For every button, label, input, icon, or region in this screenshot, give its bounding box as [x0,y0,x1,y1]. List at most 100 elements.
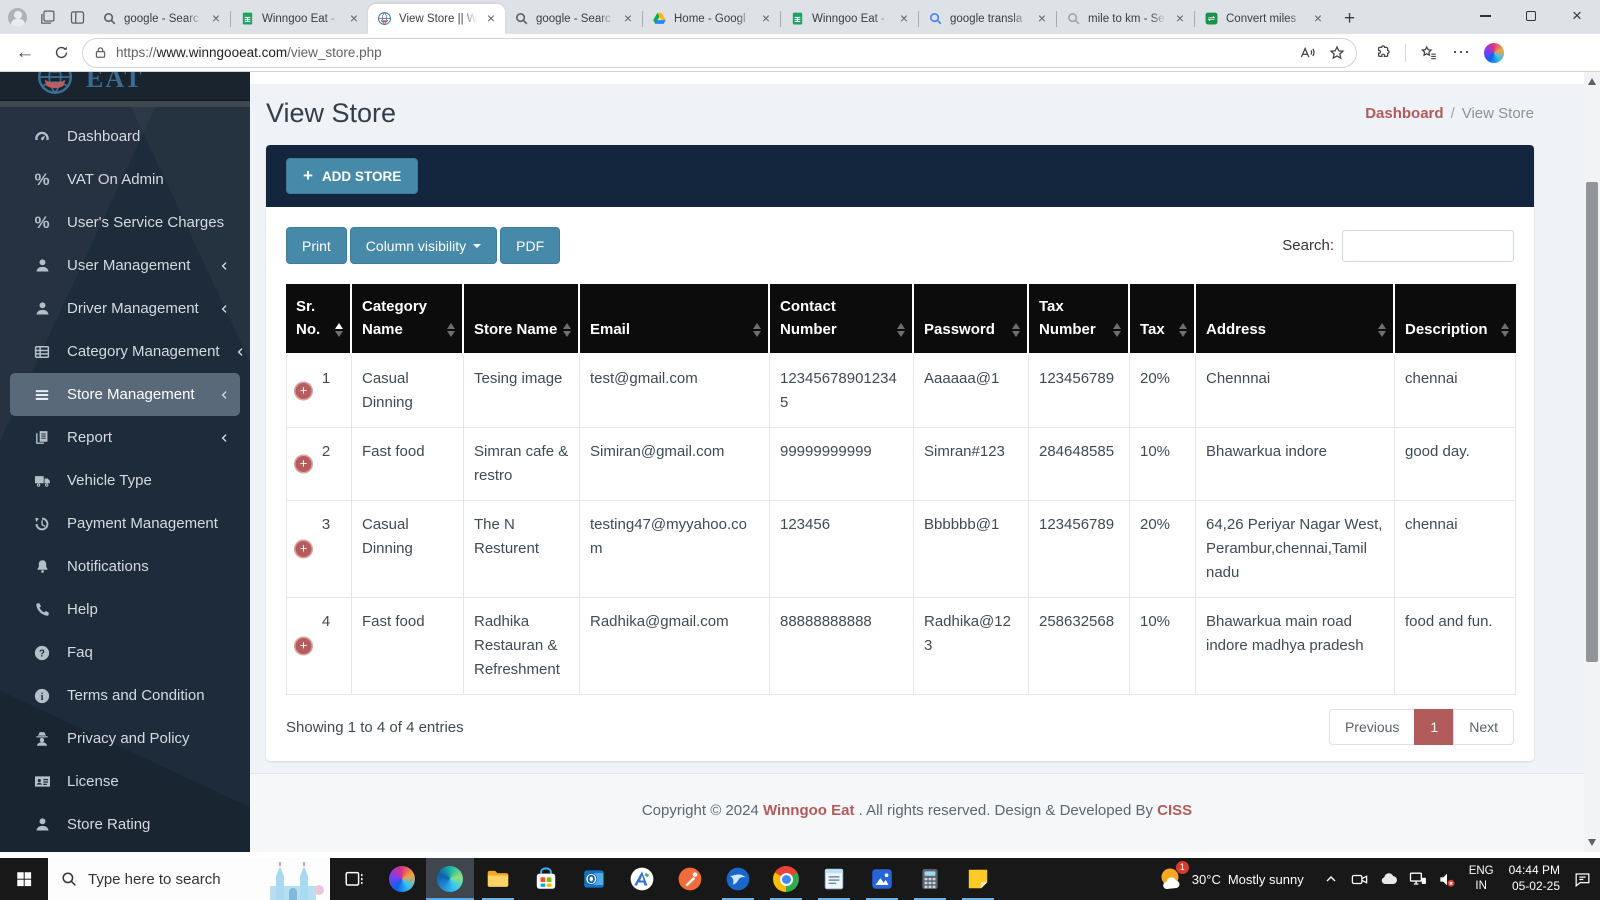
browser-tab[interactable]: Convert miles× [1195,4,1332,34]
action-center-icon[interactable] [1572,869,1592,889]
url-field[interactable]: https://www.winngooeat.com/view_store.ph… [82,38,1357,68]
expand-row-button[interactable]: + [294,455,313,474]
hidden-icons-chevron[interactable] [1321,869,1341,889]
sidebar-item-privacy-and-policy[interactable]: Privacy and Policy [10,717,240,760]
profile-avatar[interactable] [8,8,27,27]
read-aloud-icon[interactable] [1298,44,1316,62]
taskbar-app-a-icon[interactable] [618,858,666,900]
browser-scrollbar[interactable] [1584,72,1600,852]
collections-icon[interactable] [37,7,57,27]
meet-now-icon[interactable] [1350,869,1370,889]
pdf-button[interactable]: PDF [500,227,560,264]
sidebar-item-user-management[interactable]: User Management [10,244,240,287]
column-header[interactable]: Category Name [352,284,464,355]
extensions-icon[interactable] [1373,44,1391,62]
add-store-button[interactable]: + ADD STORE [286,158,418,194]
browser-tab[interactable]: Winngoo Eat -× [231,4,368,34]
refresh-button[interactable] [46,38,76,68]
taskbar-copilot-icon[interactable] [378,858,426,900]
browser-tab[interactable]: google - Searc× [93,4,230,34]
browser-tab[interactable]: mile to km - Se× [1057,4,1194,34]
column-header[interactable]: Description [1395,284,1516,355]
column-header[interactable]: Tax Number [1029,284,1130,355]
tab-actions-icon[interactable] [67,7,87,27]
browser-tab[interactable]: google transla× [919,4,1056,34]
browser-tab[interactable]: View Store || W× [368,4,505,34]
table-search-input[interactable] [1342,230,1514,262]
column-header[interactable]: Contact Number [770,284,914,355]
start-button[interactable] [0,858,48,900]
tab-close-icon[interactable]: × [1034,11,1050,27]
sidebar-item-vat-on-admin[interactable]: %VAT On Admin [10,158,240,201]
scroll-up-icon[interactable] [1588,78,1596,85]
back-button[interactable]: ← [10,38,40,68]
column-header[interactable]: Tax [1130,284,1196,355]
tab-close-icon[interactable]: × [896,11,912,27]
expand-row-button[interactable]: + [294,637,313,656]
expand-row-button[interactable]: + [294,382,313,401]
more-menu-icon[interactable]: ⋯ [1452,42,1470,63]
sidebar-item-user-s-service-charges[interactable]: %User's Service Charges [10,201,240,244]
breadcrumb-dashboard-link[interactable]: Dashboard [1365,105,1443,122]
page-1-button[interactable]: 1 [1414,709,1454,745]
favorites-bar-icon[interactable] [1420,44,1438,62]
taskbar-notepad-icon[interactable] [810,858,858,900]
sidebar-item-category-management[interactable]: Category Management [10,330,240,373]
sidebar-item-faq[interactable]: ?Faq [10,631,240,674]
favorite-star-icon[interactable] [1328,44,1346,62]
taskbar-search-input[interactable] [88,871,248,888]
column-header[interactable]: Password [914,284,1029,355]
browser-tab[interactable]: Home - Googl× [643,4,780,34]
column-header[interactable]: Store Name [464,284,580,355]
taskbar-calculator-icon[interactable] [906,858,954,900]
tab-close-icon[interactable]: × [620,11,636,27]
clock[interactable]: 04:44 PM05-02-25 [1506,863,1563,894]
tab-close-icon[interactable]: × [1310,11,1326,27]
scroll-down-icon[interactable] [1588,839,1596,846]
minimize-button[interactable] [1462,0,1508,32]
network-icon[interactable] [1408,869,1428,889]
print-button[interactable]: Print [286,227,347,264]
taskbar-file-explorer-icon[interactable] [474,858,522,900]
next-page-button[interactable]: Next [1453,709,1514,745]
taskbar-task-view-icon[interactable] [330,858,378,900]
taskbar-ms-store-icon[interactable] [522,858,570,900]
taskbar-edge-icon[interactable] [426,858,474,900]
new-tab-button[interactable]: + [1332,8,1369,34]
language-indicator[interactable]: ENGIN [1466,864,1497,894]
restore-button[interactable] [1508,0,1554,32]
sidebar-item-payment-management[interactable]: Payment Management [10,502,240,545]
scrollbar-thumb[interactable] [1586,182,1598,662]
sidebar-item-driver-management[interactable]: Driver Management [10,287,240,330]
taskbar-outlook-icon[interactable] [570,858,618,900]
tab-close-icon[interactable]: × [1172,11,1188,27]
column-header[interactable]: Address [1196,284,1395,355]
taskbar-chrome-icon[interactable] [762,858,810,900]
expand-row-button[interactable]: + [294,540,313,559]
sidebar-item-terms-and-condition[interactable]: iTerms and Condition [10,674,240,717]
app-logo[interactable]: EAT [0,72,250,100]
weather-widget[interactable]: 1 30°C Mostly sunny [1157,865,1312,893]
browser-tab[interactable]: Winngoo Eat -× [781,4,918,34]
onedrive-cloud-icon[interactable] [1379,869,1399,889]
previous-page-button[interactable]: Previous [1329,709,1415,745]
sidebar-item-store-rating[interactable]: Store Rating [10,803,240,846]
tab-close-icon[interactable]: × [346,11,362,27]
brand-link[interactable]: Winngoo Eat [763,802,855,819]
volume-muted-icon[interactable] [1437,869,1457,889]
tab-close-icon[interactable]: × [208,11,224,27]
taskbar-photos-icon[interactable] [858,858,906,900]
sidebar-item-help[interactable]: Help [10,588,240,631]
column-header[interactable]: Email [580,284,770,355]
column-header[interactable]: Sr. No. [286,284,352,355]
browser-tab[interactable]: google - Searc× [505,4,642,34]
sidebar-item-notifications[interactable]: Notifications [10,545,240,588]
sidebar-item-dashboard[interactable]: Dashboard [10,115,240,158]
taskbar-sticky-notes-icon[interactable] [954,858,1002,900]
sidebar-item-report[interactable]: Report [10,416,240,459]
tab-close-icon[interactable]: × [483,11,499,27]
tab-close-icon[interactable]: × [758,11,774,27]
sidebar-item-vehicle-type[interactable]: Vehicle Type [10,459,240,502]
sidebar-item-store-management[interactable]: Store Management [10,373,240,416]
developer-link[interactable]: CISS [1157,802,1192,819]
